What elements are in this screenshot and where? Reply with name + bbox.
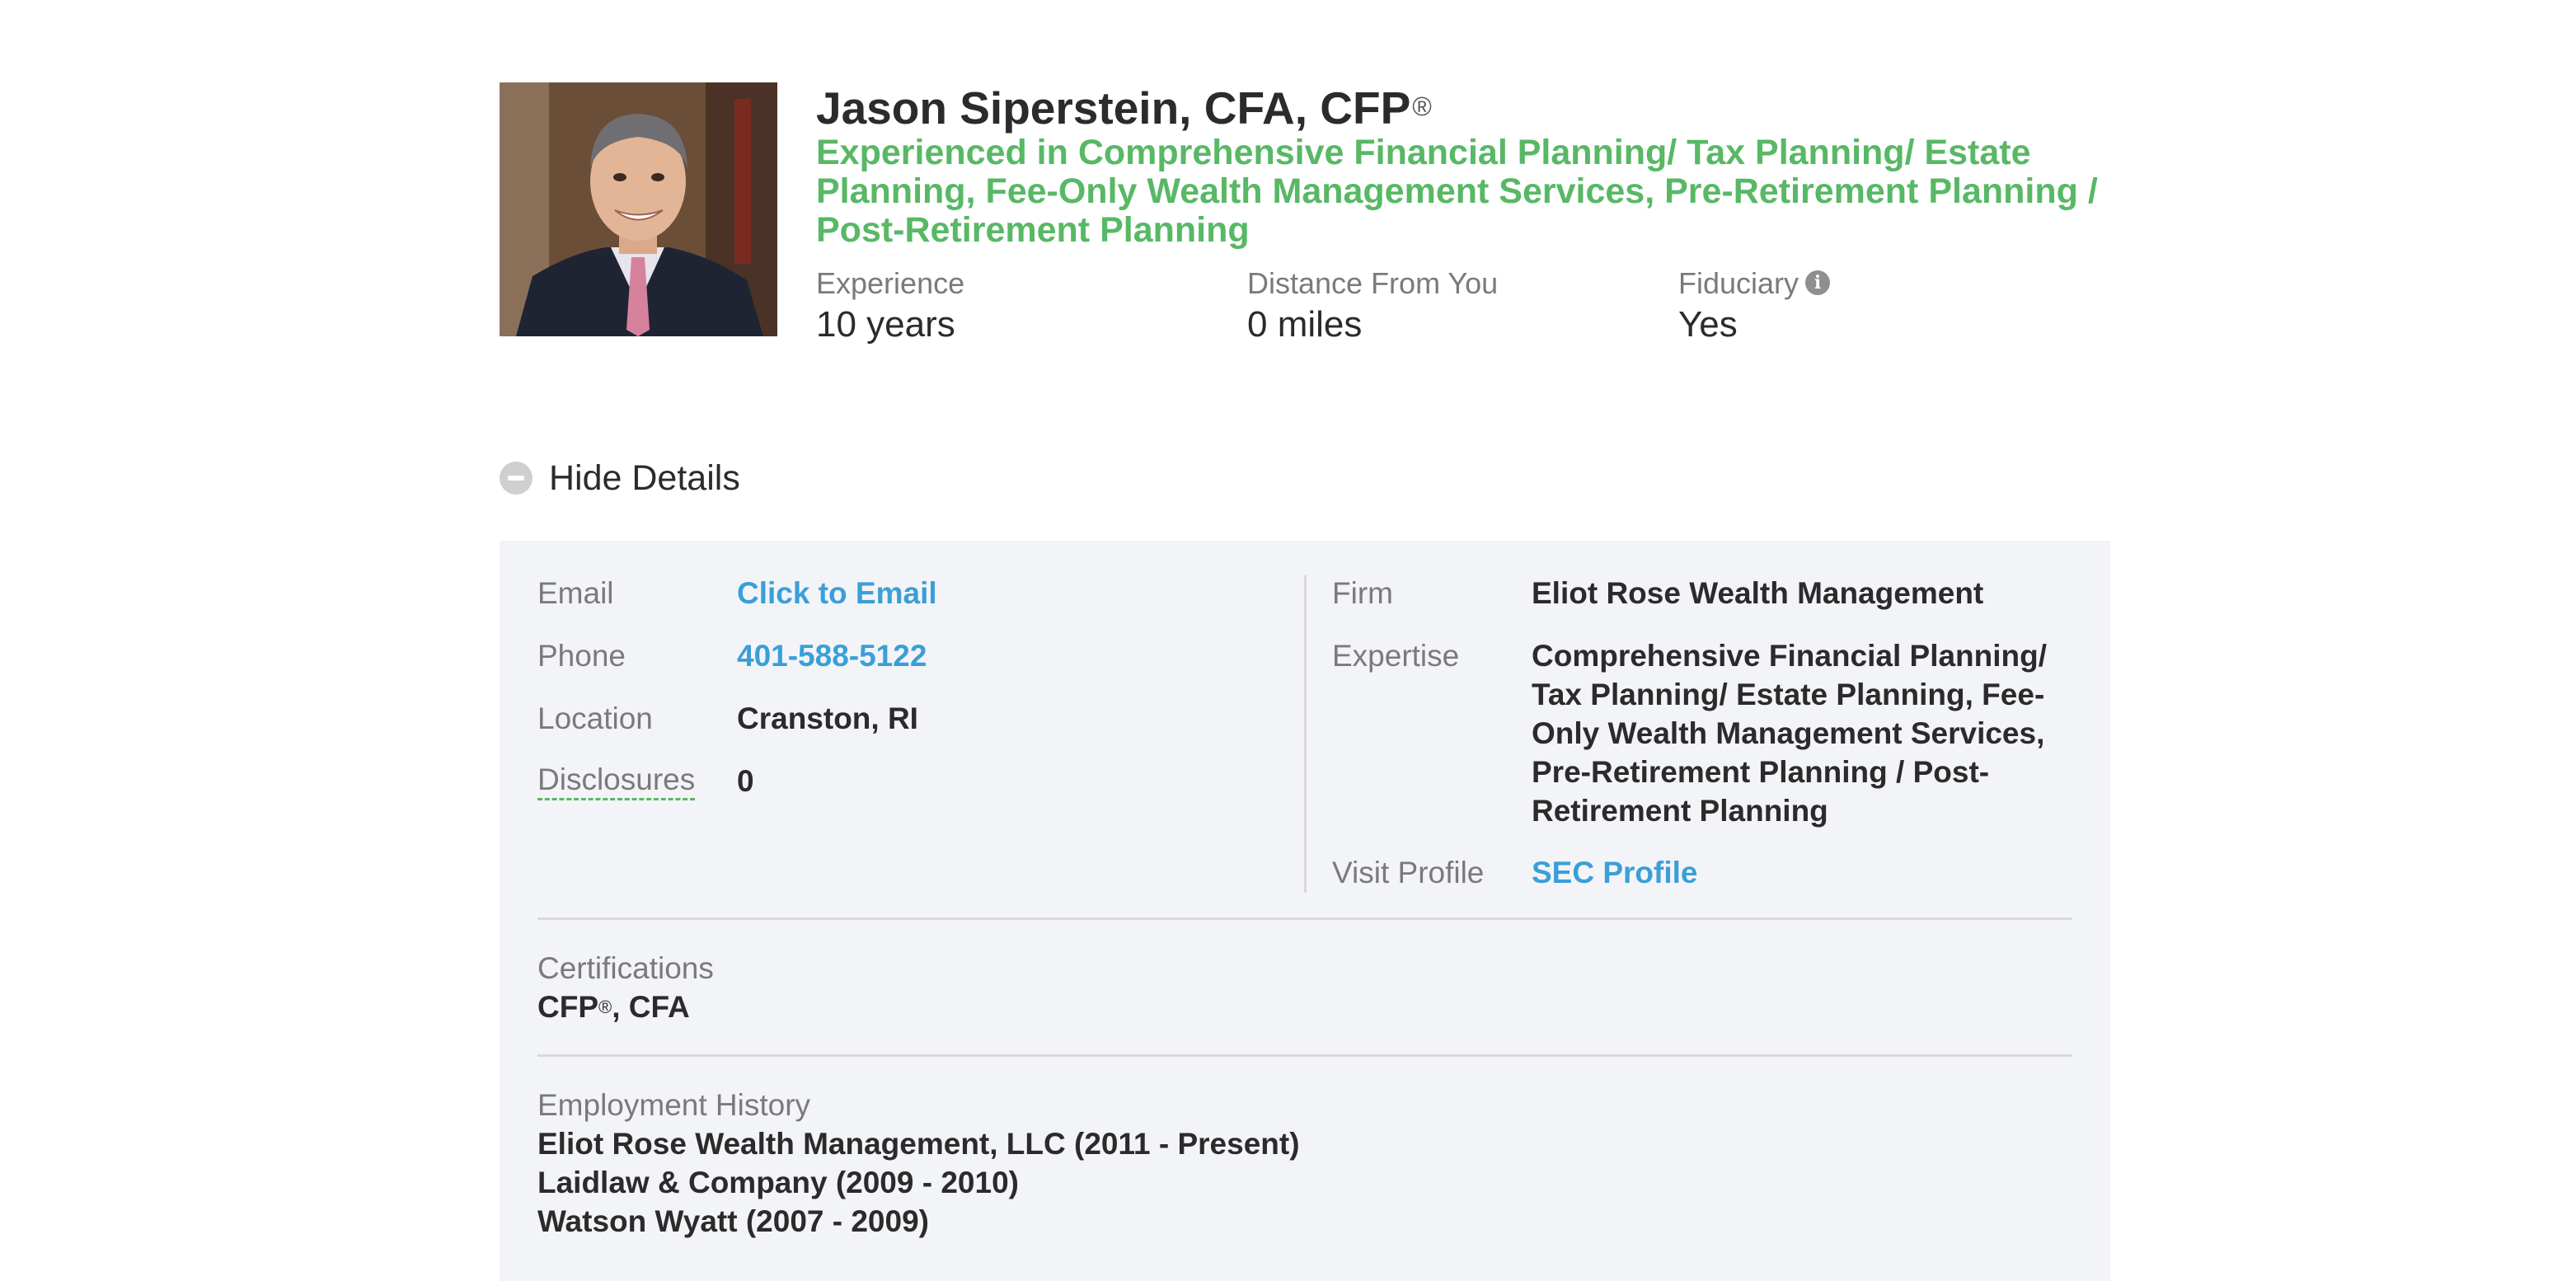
- sec-profile-link[interactable]: SEC Profile: [1532, 853, 2090, 892]
- section-divider: [537, 917, 2072, 920]
- phone-link[interactable]: 401-588-5122: [737, 636, 1279, 675]
- employment-item: Eliot Rose Wealth Management, LLC (2011 …: [537, 1127, 1300, 1161]
- visit-profile-row: Visit Profile SEC Profile: [1332, 853, 2090, 893]
- info-icon[interactable]: i: [1805, 270, 1831, 296]
- advisor-stats: Experience 10 years Distance From You 0 …: [816, 265, 2110, 345]
- certifications-label: Certifications: [537, 951, 714, 985]
- advisor-photo: [500, 82, 777, 336]
- advisor-header: Jason Siperstein, CFA, CFP® Experienced …: [500, 82, 2110, 345]
- employment-item: Watson Wyatt (2007 - 2009): [537, 1204, 929, 1238]
- stat-experience-label: Experience: [816, 266, 965, 300]
- stat-experience-value: 10 years: [816, 304, 955, 345]
- hide-details-toggle[interactable]: Hide Details: [500, 455, 740, 501]
- firm-row: Firm Eliot Rose Wealth Management: [1332, 574, 2090, 613]
- contact-row-phone: Phone 401-588-5122: [537, 636, 1279, 676]
- contact-row-email: Email Click to Email: [537, 574, 1279, 613]
- email-label: Email: [537, 576, 614, 610]
- stat-fiduciary: Fiduciary i Yes: [1678, 265, 1831, 348]
- stat-distance: Distance From You 0 miles: [1247, 265, 1498, 348]
- visit-profile-label: Visit Profile: [1332, 856, 1485, 889]
- email-link[interactable]: Click to Email: [737, 574, 1279, 612]
- column-divider: [1304, 575, 1307, 893]
- registered-mark: ®: [598, 997, 612, 1017]
- advisor-name: Jason Siperstein, CFA, CFP®: [816, 84, 2110, 132]
- minus-circle-icon: [500, 462, 533, 495]
- location-value: Cranston, RI: [737, 702, 918, 735]
- advisor-card: Jason Siperstein, CFA, CFP® Experienced …: [500, 82, 2110, 1281]
- advisor-identity: Jason Siperstein, CFA, CFP® Experienced …: [816, 82, 2110, 250]
- employment-label: Employment History: [537, 1088, 811, 1122]
- stat-fiduciary-label-text: Fiduciary: [1678, 266, 1799, 300]
- employment-item: Laidlaw & Company (2009 - 2010): [537, 1166, 1019, 1199]
- section-divider: [537, 1054, 2072, 1057]
- certification-cfa: , CFA: [612, 990, 690, 1024]
- firm-label: Firm: [1332, 576, 1393, 610]
- firm-column: Firm Eliot Rose Wealth Management Expert…: [1332, 574, 2090, 916]
- certification-cfp: CFP: [537, 990, 598, 1024]
- advisor-name-text: Jason Siperstein, CFA, CFP: [816, 82, 1411, 134]
- phone-label: Phone: [537, 639, 626, 673]
- certifications-value: CFP®, CFA: [537, 988, 1939, 1026]
- advisor-portrait-image: [500, 82, 777, 336]
- employment-section: Employment History Eliot Rose Wealth Man…: [537, 1086, 1939, 1241]
- contact-column: Email Click to Email Phone 401-588-5122 …: [537, 574, 1279, 824]
- expertise-label: Expertise: [1332, 639, 1460, 673]
- stat-distance-label: Distance From You: [1247, 266, 1499, 300]
- expertise-row: Expertise Comprehensive Financial Planni…: [1332, 636, 2090, 830]
- expertise-value: Comprehensive Financial Planning/ Tax Pl…: [1532, 639, 2048, 828]
- stat-fiduciary-label: Fiduciary i: [1678, 265, 1831, 302]
- registered-mark: ®: [1412, 92, 1432, 121]
- stat-experience: Experience 10 years: [816, 265, 964, 348]
- disclosures-value: 0: [737, 764, 754, 798]
- stat-fiduciary-value: Yes: [1678, 304, 1738, 345]
- contact-row-location: Location Cranston, RI: [537, 699, 1279, 739]
- firm-value: Eliot Rose Wealth Management: [1532, 576, 1984, 610]
- location-label: Location: [537, 702, 653, 735]
- disclosures-label[interactable]: Disclosures: [537, 762, 696, 800]
- contact-row-disclosures: Disclosures 0: [537, 762, 1279, 801]
- stat-distance-value: 0 miles: [1247, 304, 1363, 345]
- advisor-headline: Experienced in Comprehensive Financial P…: [816, 133, 2098, 250]
- hide-details-label: Hide Details: [549, 458, 740, 498]
- certifications-section: Certifications CFP®, CFA: [537, 950, 1939, 1026]
- details-panel: Email Click to Email Phone 401-588-5122 …: [500, 541, 2110, 1281]
